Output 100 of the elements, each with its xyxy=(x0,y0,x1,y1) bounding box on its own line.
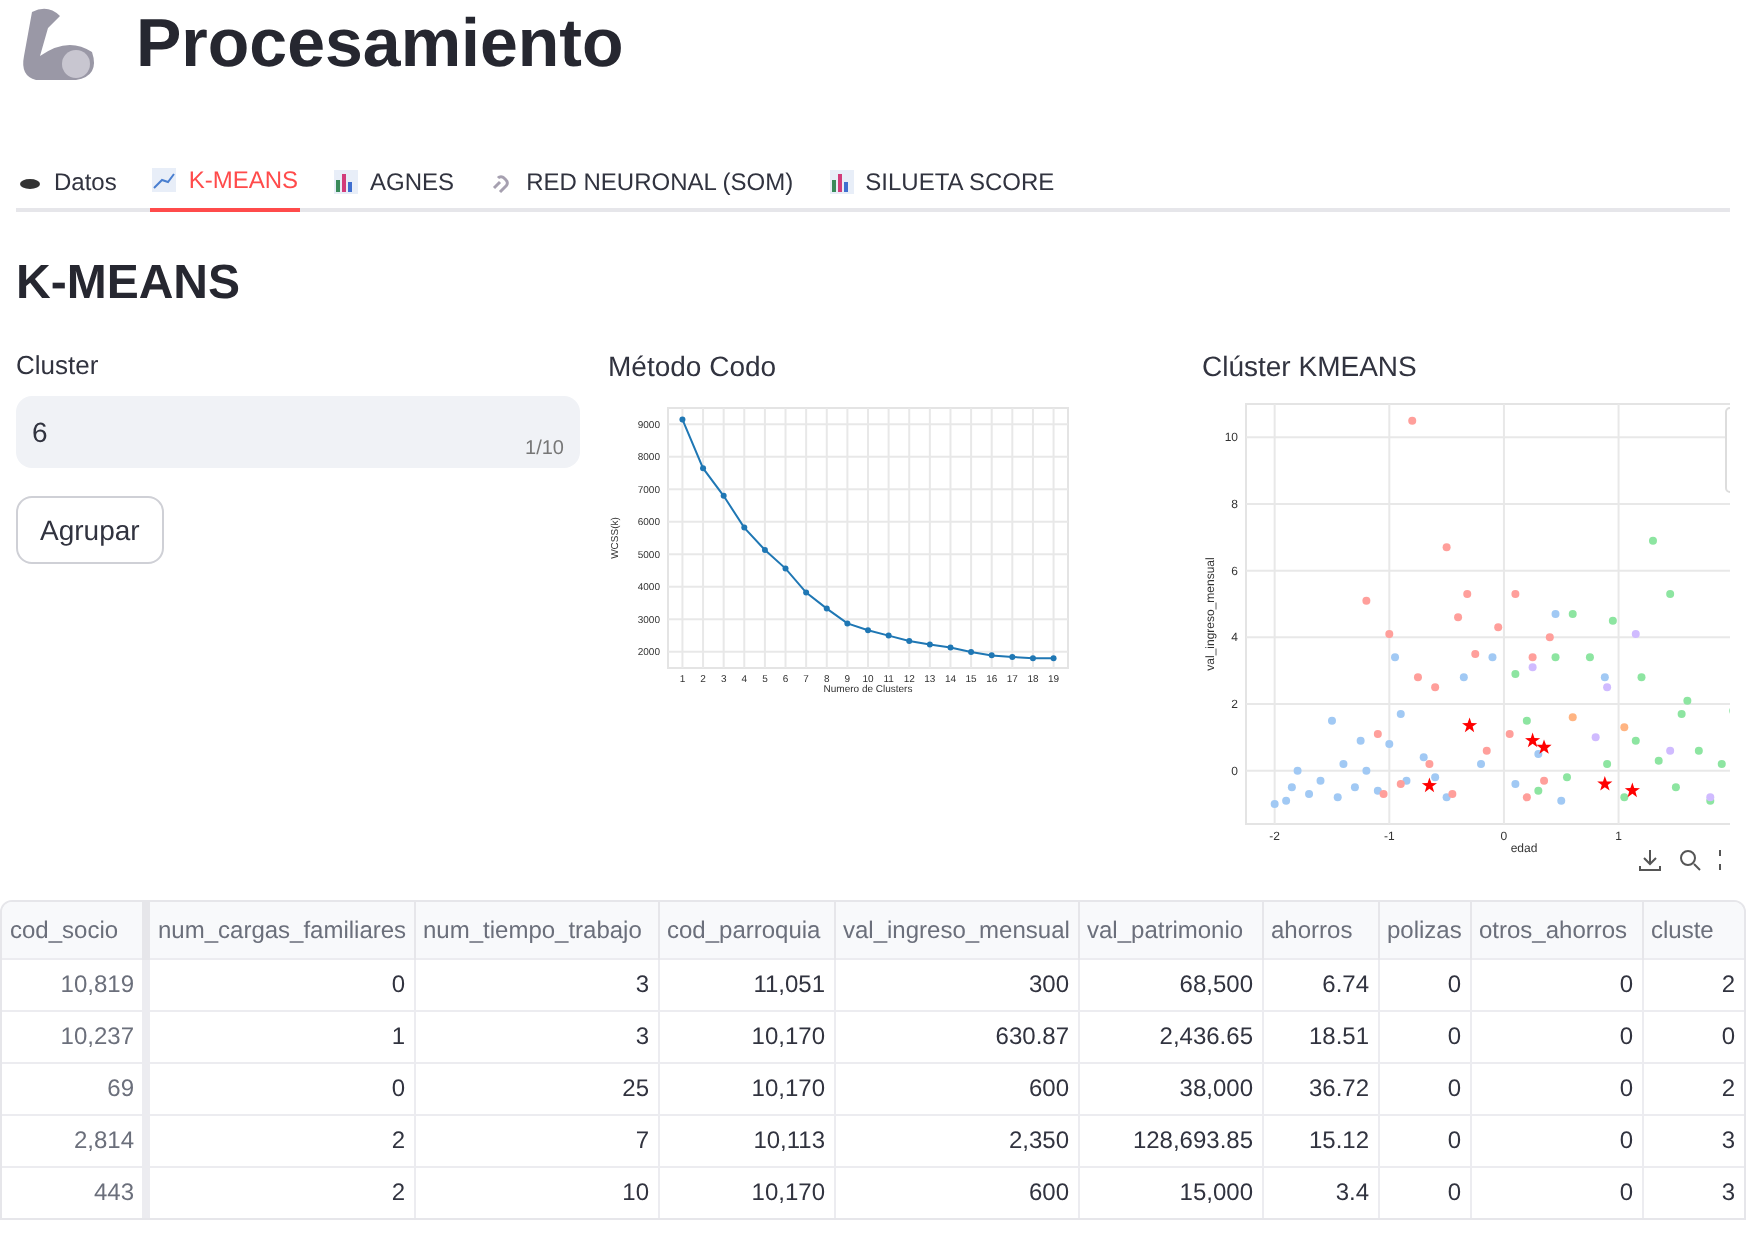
table-cell: 2 xyxy=(1642,958,1744,1010)
data-point xyxy=(1413,673,1422,682)
data-point xyxy=(1459,673,1468,682)
table-cell: 7 xyxy=(414,1114,658,1166)
column-header[interactable]: cod_socio xyxy=(2,902,146,958)
table-cell: 10,170 xyxy=(658,1062,834,1114)
column-header[interactable]: cod_parroquia xyxy=(658,902,834,958)
data-point xyxy=(1270,800,1279,808)
data-point xyxy=(1287,783,1296,792)
tab[interactable]: AGNES xyxy=(332,152,457,212)
data-point xyxy=(1637,673,1646,682)
data-point xyxy=(1677,710,1686,718)
table-cell: 0 xyxy=(1378,1010,1470,1062)
data-point xyxy=(1463,590,1472,598)
column-header[interactable]: num_tiempo_trabajo xyxy=(414,902,658,958)
centroid-marker xyxy=(1624,782,1640,798)
table-cell: 36.72 xyxy=(1262,1062,1378,1114)
table-cell: 15.12 xyxy=(1262,1114,1378,1166)
table-cell: 3 xyxy=(1642,1166,1744,1218)
data-point xyxy=(1522,793,1531,802)
data-point xyxy=(1431,773,1440,782)
table-cell: 0 xyxy=(1378,1114,1470,1166)
data-point xyxy=(1511,780,1520,788)
data-point xyxy=(1631,630,1640,638)
data-point xyxy=(1408,416,1417,425)
table-cell: 15,000 xyxy=(1078,1166,1262,1218)
data-point xyxy=(1551,653,1560,662)
data-point xyxy=(741,524,748,531)
data-point xyxy=(1568,713,1577,722)
data-point xyxy=(1385,740,1394,748)
data-point xyxy=(761,547,768,554)
column-header[interactable]: num_cargas_familiares xyxy=(146,902,414,958)
data-point xyxy=(1350,783,1359,792)
data-point xyxy=(1482,746,1491,755)
tab[interactable]: SILUETA SCORE xyxy=(827,152,1057,212)
data-point xyxy=(1356,736,1365,745)
table-cell: 1 xyxy=(146,1010,414,1062)
chart-icon xyxy=(152,168,177,192)
table-cell: 6.74 xyxy=(1262,958,1378,1010)
data-point xyxy=(988,652,995,659)
table-cell: 2 xyxy=(146,1166,414,1218)
data-point xyxy=(720,492,727,499)
data-point xyxy=(1471,650,1480,658)
chart-icon xyxy=(829,170,854,194)
search-icon[interactable] xyxy=(1678,848,1702,872)
column-header[interactable]: polizas xyxy=(1378,902,1470,958)
page-title: Procesamiento xyxy=(136,10,624,78)
tab[interactable]: RED NEURONAL (SOM) xyxy=(488,152,796,212)
table-cell: 443 xyxy=(2,1166,146,1218)
data-point xyxy=(1563,773,1571,782)
data-point xyxy=(679,416,686,423)
data-point xyxy=(1511,590,1520,598)
table-cell: 10,237 xyxy=(2,1010,146,1062)
data-point xyxy=(1282,796,1291,805)
column-header[interactable]: ahorros xyxy=(1262,902,1378,958)
data-point xyxy=(968,649,975,656)
table-cell: 0 xyxy=(1378,1166,1470,1218)
cluster-input[interactable]: 6 1/10 xyxy=(16,396,580,468)
data-point xyxy=(1050,655,1057,662)
data-point xyxy=(1333,793,1342,802)
tab[interactable]: K-MEANS xyxy=(150,152,301,212)
table-cell: 0 xyxy=(1378,1062,1470,1114)
table-cell: 630.87 xyxy=(834,1010,1078,1062)
table-cell: 0 xyxy=(146,958,414,1010)
data-point xyxy=(1362,596,1371,605)
table-cell: 3.4 xyxy=(1262,1166,1378,1218)
data-point xyxy=(803,589,810,596)
column-header[interactable]: otros_ahorros xyxy=(1470,902,1642,958)
field-label: Cluster xyxy=(16,348,101,384)
data-point xyxy=(1666,746,1675,755)
download-icon[interactable] xyxy=(1638,848,1662,872)
data-point xyxy=(1694,746,1703,755)
table-cell: 10,170 xyxy=(658,1010,834,1062)
column-header[interactable]: val_patrimonio xyxy=(1078,902,1262,958)
data-point xyxy=(1305,790,1314,798)
table-cell: 2 xyxy=(1642,1062,1744,1114)
data-point xyxy=(1654,756,1663,765)
section-heading: K-MEANS xyxy=(16,260,242,308)
table-cell: 600 xyxy=(834,1166,1078,1218)
table-cell: 300 xyxy=(834,958,1078,1010)
data-point xyxy=(1671,783,1680,792)
data-point xyxy=(1328,716,1336,725)
data-point xyxy=(700,465,707,472)
column-header[interactable]: val_ingreso_mensual xyxy=(834,902,1078,958)
data-point xyxy=(1511,670,1520,678)
data-point xyxy=(1029,655,1036,662)
table-cell: 3 xyxy=(414,958,658,1010)
data-point xyxy=(1648,536,1657,545)
data-point xyxy=(1454,613,1463,622)
column-header[interactable]: cluste xyxy=(1642,902,1744,958)
data-point xyxy=(1666,590,1675,598)
tab[interactable]: Datos xyxy=(16,152,119,212)
data-point xyxy=(1534,750,1543,758)
data-point xyxy=(1488,653,1497,662)
chart-heading: Clúster KMEANS xyxy=(1202,348,1419,384)
group-button[interactable]: Agrupar xyxy=(16,496,164,564)
table-cell: 10,819 xyxy=(2,958,146,1010)
table-cell: 18.51 xyxy=(1262,1010,1378,1062)
data-point xyxy=(947,644,954,651)
table-cell: 0 xyxy=(146,1062,414,1114)
